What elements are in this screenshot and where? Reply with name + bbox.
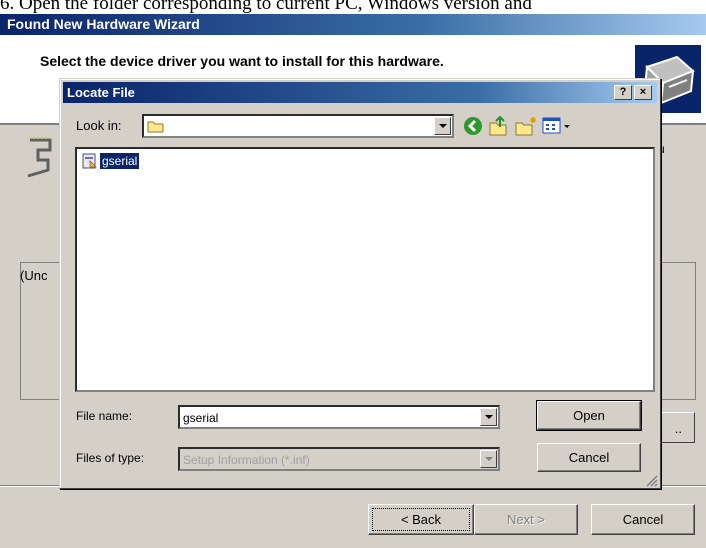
folder-icon [147, 121, 164, 133]
wizard-title-bar[interactable]: Found New Hardware Wizard [0, 14, 706, 35]
file-name-value: gserial [183, 411, 219, 425]
file-name: gserial [98, 152, 141, 170]
chevron-down-icon[interactable] [480, 408, 497, 426]
page-caption: 6. Open the folder corresponding to curr… [0, 0, 532, 14]
open-button[interactable]: Open [536, 400, 642, 431]
wizard-cancel-button[interactable]: Cancel [591, 504, 695, 535]
file-type-label: Files of type: [76, 451, 145, 465]
new-folder-icon[interactable] [514, 115, 538, 137]
dialog-title: Locate File [67, 85, 135, 100]
dialog-cancel-button[interactable]: Cancel [537, 443, 641, 472]
have-disk-button-label: .. [674, 421, 682, 436]
close-button[interactable]: × [634, 85, 652, 100]
inf-file-icon [82, 153, 97, 169]
chevron-down-icon[interactable] [480, 450, 497, 468]
device-list-label: (Unc [20, 268, 48, 283]
wizard-title: Found New Hardware Wizard [7, 16, 200, 32]
view-menu-icon[interactable] [542, 117, 572, 135]
up-folder-icon[interactable] [488, 115, 510, 137]
dialog-title-bar[interactable]: Locate File ? × [63, 82, 657, 103]
file-name-input[interactable]: gserial [178, 405, 500, 429]
file-list[interactable]: gserial [75, 147, 655, 392]
look-in-combo[interactable] [142, 114, 454, 138]
device-cable-icon [27, 137, 52, 178]
help-button[interactable]: ? [614, 85, 632, 100]
back-arrow-icon[interactable] [462, 115, 484, 137]
have-disk-button[interactable]: .. [655, 412, 695, 443]
chevron-down-icon[interactable] [434, 117, 451, 135]
next-button[interactable]: Next > [474, 504, 578, 535]
file-type-value: Setup Information (*.inf) [183, 453, 310, 467]
resize-grip-icon[interactable] [644, 473, 658, 487]
wizard-heading: Select the device driver you want to ins… [40, 53, 444, 69]
back-button[interactable]: < Back [368, 504, 474, 535]
file-type-select[interactable]: Setup Information (*.inf) [178, 447, 500, 471]
look-in-label: Look in: [76, 118, 122, 133]
file-name-label: File name: [76, 409, 133, 423]
locate-file-dialog: Locate File ? × Look in: gserial File na… [59, 78, 661, 489]
